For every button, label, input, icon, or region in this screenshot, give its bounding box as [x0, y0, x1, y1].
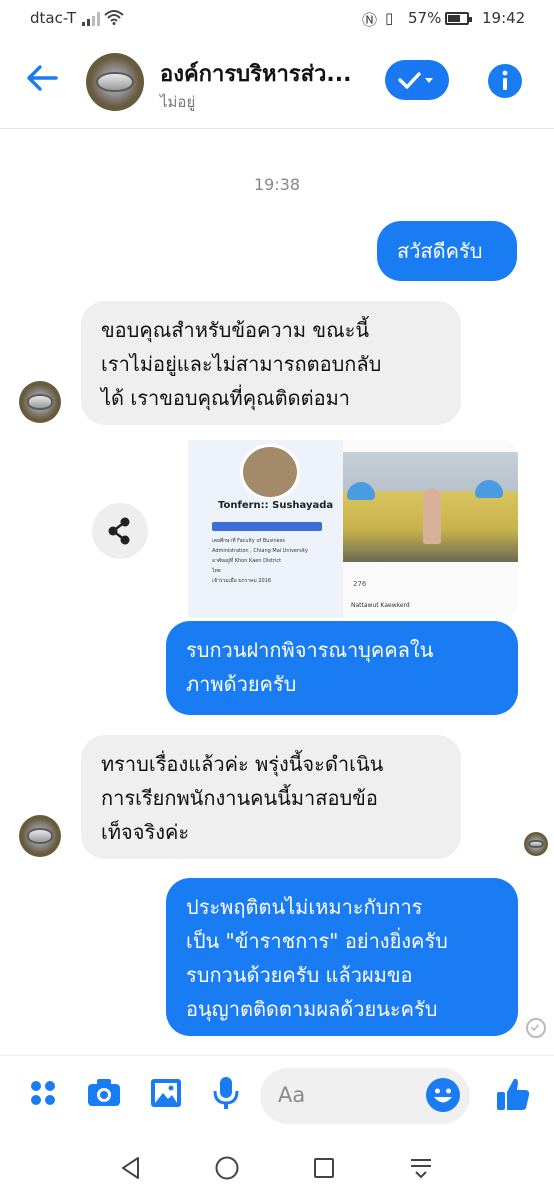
- profile-detail: Administration , Chiang Mai University: [212, 548, 308, 554]
- profile-detail: ไทย: [212, 568, 221, 574]
- nav-recents-icon[interactable]: [311, 1155, 337, 1181]
- battery-percent: 57%: [408, 9, 442, 27]
- shared-image[interactable]: Tonfern:: Sushayada เคยศึกษาที่ Faculty …: [166, 440, 518, 618]
- outgoing-message[interactable]: รบกวนฝากพิจารณาบุคคลใน ภาพด้วยครับ: [166, 621, 518, 715]
- nfc-icon: Ⓝ: [362, 11, 378, 29]
- message-line: รบกวนด้วยครับ แล้วผมขอ: [186, 963, 413, 987]
- microphone-icon[interactable]: [207, 1074, 245, 1112]
- system-navigation-bar: [0, 1141, 554, 1200]
- verify-dropdown-button[interactable]: [385, 60, 449, 100]
- message-line: รบกวนฝากพิจารณาบุคคลใน: [186, 638, 434, 662]
- profile-detail: เคยศึกษาที่ Faculty of Business: [212, 538, 285, 544]
- message-line: อนุญาตติดตามผลด้วยนะครับ: [186, 997, 438, 1021]
- battery-icon: [445, 12, 472, 25]
- gallery-icon[interactable]: [147, 1074, 185, 1112]
- contact-avatar[interactable]: [86, 53, 144, 111]
- like-thumbs-up-icon[interactable]: [493, 1075, 533, 1115]
- delivered-check-icon: [526, 1018, 546, 1038]
- status-time: 19:42: [482, 9, 526, 27]
- nav-notifications-icon[interactable]: [408, 1155, 434, 1181]
- status-bar: dtac-T Ⓝ ▯ 57% 19:42: [0, 0, 554, 36]
- emoji-icon[interactable]: [425, 1077, 461, 1113]
- camera-icon[interactable]: [85, 1074, 123, 1112]
- message-line: เท็จจริงค่ะ: [101, 820, 190, 844]
- profile-detail: อาศัยอยู่ที่ Khon Kaen District: [212, 558, 282, 564]
- facebook-post-screenshot: 276 Nattawut Kaewkerd: [343, 440, 518, 618]
- post-photo: [343, 452, 518, 562]
- message-line: เป็น "ข้าราชการ" อย่างยิ่งครับ: [186, 929, 448, 953]
- facebook-profile-screenshot: Tonfern:: Sushayada เคยศึกษาที่ Faculty …: [188, 440, 343, 618]
- back-arrow-icon[interactable]: [22, 58, 62, 98]
- outgoing-message[interactable]: สวัสดีครับ: [377, 221, 517, 281]
- commenter-name: Nattawut Kaewkerd: [351, 602, 410, 609]
- profile-detail: เข้าร่วมเมื่อ มกราคม 2016: [212, 578, 272, 584]
- message-line: ขอบคุณสำหรับข้อความ ขณะนี้: [101, 318, 370, 342]
- outgoing-message[interactable]: ประพฤติตนไม่เหมาะกับการ เป็น "ข้าราชการ"…: [166, 878, 518, 1036]
- message-line: ประพฤติตนไม่เหมาะกับการ: [186, 895, 423, 919]
- signal-icon: [82, 12, 100, 26]
- nav-back-icon[interactable]: [118, 1155, 144, 1181]
- message-line: ทราบเรื่องแล้วค่ะ พรุ่งนี้จะดำเนิน: [101, 752, 384, 776]
- message-line: ภาพด้วยครับ: [186, 672, 297, 696]
- carrier-name: dtac-T: [30, 9, 77, 27]
- contact-name[interactable]: องค์การบริหารส่ว...: [160, 56, 351, 91]
- sender-avatar[interactable]: [19, 815, 61, 857]
- wifi-icon: [104, 10, 124, 25]
- profile-name: Tonfern:: Sushayada: [218, 500, 334, 511]
- message-line: เราไม่อยู่และไม่สามารถตอบกลับ: [101, 352, 382, 376]
- incoming-message[interactable]: ทราบเรื่องแล้วค่ะ พรุ่งนี้จะดำเนิน การเร…: [81, 735, 461, 859]
- apps-icon[interactable]: [24, 1074, 62, 1112]
- message-input-placeholder: Aa: [278, 1083, 306, 1107]
- message-line: ได้ เราขอบคุณที่คุณติดต่อมา: [101, 386, 351, 410]
- share-icon: [108, 517, 130, 545]
- reaction-count: 276: [353, 580, 367, 588]
- vibrate-icon: ▯: [385, 9, 394, 27]
- conversation-header: องค์การบริหารส่ว... ไม่อยู่: [0, 36, 554, 129]
- profile-button: [212, 522, 322, 531]
- message-line: การเรียกพนักงานคนนี้มาสอบข้อ: [101, 786, 378, 810]
- message-timestamp: 19:38: [253, 175, 301, 194]
- nav-home-icon[interactable]: [214, 1155, 240, 1181]
- incoming-message[interactable]: ขอบคุณสำหรับข้อความ ขณะนี้ เราไม่อยู่และ…: [81, 301, 461, 425]
- share-button[interactable]: [92, 503, 148, 559]
- contact-status: ไม่อยู่: [160, 93, 196, 111]
- sender-avatar[interactable]: [19, 381, 61, 423]
- info-icon[interactable]: [486, 62, 524, 100]
- seen-avatar: [524, 832, 548, 856]
- profile-photo: [240, 444, 300, 500]
